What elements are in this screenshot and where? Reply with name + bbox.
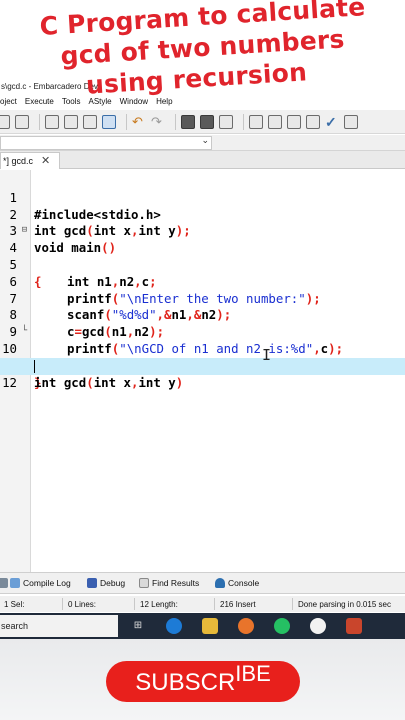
editor-tabs: *] gcd.c ✕ <box>0 151 405 169</box>
code-punct: ) <box>175 374 184 390</box>
toolbar-divider <box>243 113 244 130</box>
toggle-comment-icon[interactable] <box>219 114 233 129</box>
subscribe-label-raised: IBE <box>235 661 271 686</box>
find-icon[interactable] <box>45 114 59 129</box>
code-punct: ( <box>86 374 94 390</box>
close-icon[interactable]: ✕ <box>41 154 50 167</box>
code-line: 4 ⊟ { <box>0 223 405 289</box>
firefox-icon[interactable] <box>238 618 254 634</box>
status-divider <box>134 598 135 610</box>
task-view-icon[interactable]: ⊞ <box>130 618 146 634</box>
code-line: 10 └ } <box>0 324 405 390</box>
code-line: 11 int gcd(int x,int y) <box>0 341 405 390</box>
goto-icon[interactable] <box>102 114 116 129</box>
menu-tools[interactable]: Tools <box>62 95 81 109</box>
window-title: s\gcd.c - Embarcadero Dev- <box>0 78 405 95</box>
code-line: 3 void main() <box>0 207 405 255</box>
toolbar: ↶ ↷ ✓ <box>0 110 405 134</box>
subscribe-label: SUBSCR <box>135 669 236 696</box>
windows-taskbar: search ⊞ <box>0 613 405 639</box>
save-icon[interactable] <box>0 114 10 129</box>
tab-label: Find Results <box>152 578 200 588</box>
tab-label: Console <box>228 578 260 588</box>
code-editor[interactable]: 1 #include<stdio.h> 2 int gcd(int x,int … <box>0 170 405 572</box>
code-line-active[interactable]: 12 <box>0 357 405 390</box>
line-number: 12 <box>2 374 17 390</box>
code-text: int x <box>93 374 131 390</box>
debug-icon[interactable] <box>344 114 358 129</box>
status-length: 12 Length: <box>140 600 178 609</box>
menu-window[interactable]: Window <box>120 95 148 109</box>
log-icon <box>10 578 20 588</box>
tab-label: *] gcd.c <box>3 156 34 166</box>
app-icon[interactable] <box>310 618 326 634</box>
tab-gcd-c[interactable]: *] gcd.c ✕ <box>0 152 60 169</box>
console-icon <box>215 578 225 588</box>
chevron-down-icon: ⌄ <box>201 135 209 145</box>
code-lines: 1 #include<stdio.h> 2 int gcd(int x,int … <box>0 173 405 390</box>
status-divider <box>62 598 63 610</box>
tab-console[interactable]: Console <box>215 578 259 588</box>
tab-label: Debug <box>100 578 126 588</box>
status-sel: 1 Sel: <box>4 600 25 609</box>
redo-icon[interactable]: ↷ <box>151 114 165 129</box>
status-bar: 1 Sel: 0 Lines: 12 Length: 216 Insert Do… <box>0 596 405 612</box>
run-icon[interactable] <box>287 114 301 129</box>
toolbar-divider <box>39 113 40 130</box>
menu-execute[interactable]: Execute <box>25 95 54 109</box>
whatsapp-icon[interactable] <box>274 618 290 634</box>
code-line: 1 #include<stdio.h> <box>0 173 405 222</box>
print-icon[interactable] <box>15 114 29 129</box>
menu-help[interactable]: Help <box>156 95 172 109</box>
title-line-2: gcd of two numbers <box>59 24 346 71</box>
compiler-icon <box>0 578 8 588</box>
menu-bar: oject Execute Tools AStyle Window Help <box>0 95 405 109</box>
tab-label: Compile Log <box>23 578 71 588</box>
status-insert: 216 Insert <box>220 600 256 609</box>
compile-icon[interactable] <box>268 114 282 129</box>
status-divider <box>214 598 215 610</box>
status-lines: 0 Lines: <box>68 600 97 609</box>
compile-run-icon[interactable] <box>306 114 320 129</box>
replace-icon[interactable] <box>64 114 78 129</box>
taskbar-search-input[interactable]: search <box>0 615 118 637</box>
subscribe-button[interactable]: SUBSCRIBE <box>106 661 300 702</box>
devcpp-icon[interactable] <box>346 618 362 634</box>
title-line-1: C Program to calculate <box>38 0 367 41</box>
status-parse: Done parsing in 0.015 sec <box>298 600 391 609</box>
debug-icon <box>87 578 97 588</box>
code-text: int y <box>138 374 176 390</box>
fold-end-icon: └ <box>21 326 28 337</box>
bottom-panel-tabs: Compile Log Debug Find Results Console <box>0 572 405 594</box>
properties-icon[interactable] <box>83 114 97 129</box>
tab-find-results[interactable]: Find Results <box>139 578 199 588</box>
edge-icon[interactable] <box>166 618 182 634</box>
code-line: 5 int n1,n2,c; <box>0 240 405 289</box>
tab-debug[interactable]: Debug <box>87 578 125 588</box>
check-icon[interactable]: ✓ <box>325 115 339 129</box>
unindent-icon[interactable] <box>200 114 214 129</box>
function-dropdown[interactable]: ⌄ <box>0 135 212 150</box>
code-line: 2 int gcd(int x,int y); <box>0 190 405 239</box>
text-caret <box>34 359 35 373</box>
class-browser-bar: ⌄ <box>0 135 405 151</box>
menu-astyle[interactable]: AStyle <box>89 95 112 109</box>
file-explorer-icon[interactable] <box>202 618 218 634</box>
find-results-icon <box>139 578 149 588</box>
fold-minus-icon[interactable]: ⊟ <box>20 226 29 236</box>
menu-project[interactable]: oject <box>0 95 17 109</box>
toolbar-divider <box>175 113 176 130</box>
code-line: 7 scanf("%d%d",&n1,&n2); <box>0 274 405 323</box>
code-line: 9 printf("\nGCD of n1 and n2 is:%d",c); <box>0 307 405 356</box>
code-line: 8 c=gcd(n1,n2); <box>0 291 405 339</box>
indent-icon[interactable] <box>181 114 195 129</box>
grid-icon[interactable] <box>249 114 263 129</box>
tab-compile-log[interactable]: Compile Log <box>10 578 71 588</box>
toolbar-divider <box>126 113 127 130</box>
undo-icon[interactable]: ↶ <box>132 114 146 129</box>
code-line: 6 printf("\nEnter the two number:"); <box>0 257 405 306</box>
status-divider <box>292 598 293 610</box>
ibeam-cursor-icon: I <box>262 346 272 364</box>
